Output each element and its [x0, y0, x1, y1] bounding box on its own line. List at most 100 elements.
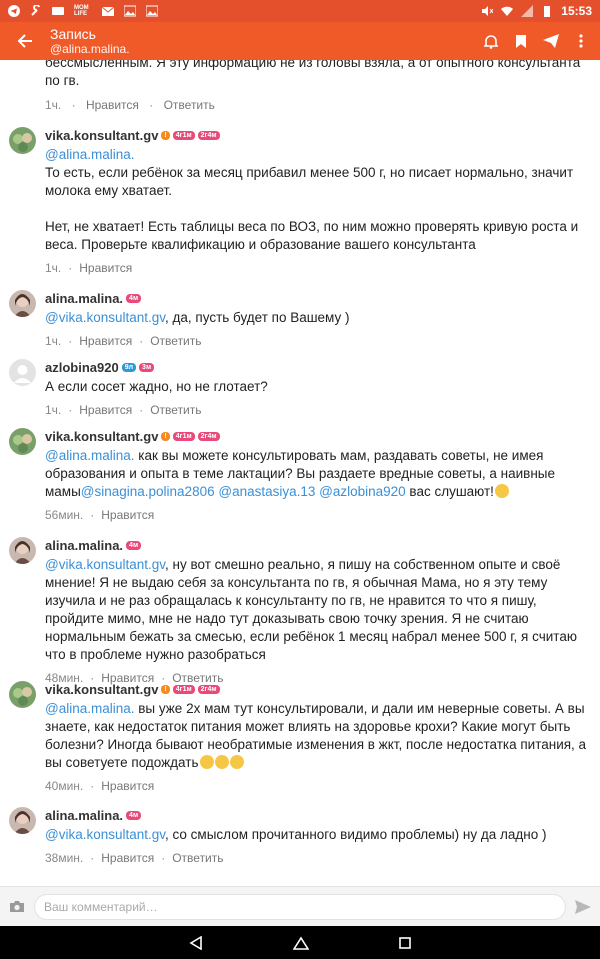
mute-icon: [482, 6, 494, 16]
username[interactable]: vika.konsultant.gv: [45, 429, 158, 444]
avatar[interactable]: [9, 428, 36, 455]
mention-link[interactable]: @vika.konsultant.gv: [45, 310, 165, 325]
like-button[interactable]: Нравится: [86, 98, 139, 112]
bookmark-button[interactable]: [506, 22, 536, 60]
more-vert-icon: [579, 34, 583, 48]
image-icon: [124, 5, 136, 17]
comment-meta: 1ч. · Нравится: [45, 261, 133, 275]
app-notification-icon: [52, 7, 64, 15]
status-bar: MOM LIFE 15:53: [0, 0, 600, 22]
nav-recents-icon[interactable]: [399, 936, 411, 949]
like-button[interactable]: Нравится: [101, 851, 154, 865]
attach-photo-button[interactable]: [0, 900, 34, 913]
child-age-badge: 4м: [126, 293, 142, 303]
mention-link[interactable]: @alina.malina.: [45, 448, 135, 463]
child-age-badge: 2г4м: [197, 684, 220, 694]
more-menu-button[interactable]: [566, 22, 596, 60]
child-age-badge: 3м: [139, 362, 155, 372]
comment-text: @vika.konsultant.gv, да, пусть будет по …: [45, 310, 350, 325]
mention-link[interactable]: @vika.konsultant.gv: [45, 557, 165, 572]
wifi-icon: [501, 6, 514, 16]
mention-link[interactable]: @alina.malina.: [45, 701, 135, 716]
child-age-badge: 4г1м: [172, 431, 195, 441]
send-arrow-icon: [575, 899, 591, 914]
expert-badge: !: [161, 130, 170, 140]
like-button[interactable]: Нравится: [79, 334, 132, 348]
like-button[interactable]: Нравится: [79, 403, 132, 417]
avatar[interactable]: [9, 537, 36, 564]
avatar[interactable]: [9, 807, 36, 834]
notifications-button[interactable]: [476, 22, 506, 60]
username[interactable]: alina.malina.: [45, 808, 123, 823]
like-button[interactable]: Нравится: [79, 261, 132, 275]
arrow-left-icon: [17, 34, 32, 48]
comment-meta: 40мин. · Нравится: [45, 779, 155, 793]
comment-time: 38мин.: [45, 851, 84, 865]
comment-time: 56мин.: [45, 508, 84, 522]
avatar[interactable]: [9, 127, 36, 154]
comments-list[interactable]: бессмысленным. Я эту информацию не из го…: [0, 60, 600, 886]
username[interactable]: azlobina920: [45, 360, 119, 375]
mention-link[interactable]: @alina.malina.: [45, 147, 135, 162]
system-nav-bar: [0, 926, 600, 959]
bookmark-icon: [516, 34, 526, 48]
like-button[interactable]: Нравится: [101, 779, 154, 793]
comment-meta: 56мин. · Нравится: [45, 508, 155, 522]
comment-text: @alina.malina. вы уже 2х мам тут консуль…: [45, 701, 587, 770]
mention-link[interactable]: @vika.konsultant.gv: [45, 827, 165, 842]
signal-icon: [521, 5, 534, 17]
reply-button[interactable]: Ответить: [150, 334, 201, 348]
camera-icon: [10, 901, 24, 912]
comment-meta: 1ч. · Нравится · Ответить: [45, 334, 202, 348]
child-age-badge: 2г4м: [197, 130, 220, 140]
avatar[interactable]: [9, 681, 36, 708]
comment-time: 1ч.: [45, 334, 62, 348]
child-age-badge: 2г4м: [197, 431, 220, 441]
mention-link[interactable]: @azlobina920: [319, 484, 406, 499]
comment-text: А если сосет жадно, но не глотает?: [45, 379, 268, 394]
telegram-notification-icon: [8, 5, 20, 17]
reply-button[interactable]: Ответить: [172, 851, 223, 865]
comment-time: 40мин.: [45, 779, 84, 793]
mention-link[interactable]: @sinagina.polina2806: [81, 484, 215, 499]
comment-input[interactable]: Ваш комментарий…: [34, 893, 566, 920]
image-icon: [146, 5, 158, 17]
mom-life-label: MOM LIFE: [74, 5, 89, 17]
username[interactable]: alina.malina.: [45, 538, 123, 553]
expert-badge: !: [161, 684, 170, 694]
send-button[interactable]: [566, 899, 600, 914]
expert-badge: !: [161, 431, 170, 441]
comment-meta: 1ч. · Нравится · Ответить: [45, 403, 202, 417]
username[interactable]: alina.malina.: [45, 291, 123, 306]
like-button[interactable]: Нравится: [101, 508, 154, 522]
mention-link[interactable]: @anastasiya.13: [218, 484, 315, 499]
page-title: Запись: [50, 25, 96, 42]
nav-back-icon[interactable]: [189, 935, 203, 950]
comment-time: 1ч.: [45, 403, 62, 417]
grin-emoji-icon: [199, 755, 214, 769]
scared-emoji-icon: [494, 484, 509, 498]
avatar[interactable]: [9, 359, 36, 386]
comment-text: @vika.konsultant.gv, со смыслом прочитан…: [45, 827, 547, 842]
page-subtitle: @alina.malina.: [50, 41, 130, 56]
username[interactable]: vika.konsultant.gv: [45, 682, 158, 697]
nav-home-icon[interactable]: [293, 936, 309, 950]
reply-button[interactable]: Ответить: [150, 403, 201, 417]
mail-icon: [102, 6, 114, 16]
child-age-badge: 4г1м: [172, 684, 195, 694]
reply-button[interactable]: Ответить: [164, 98, 215, 112]
grin-emoji-icon: [214, 755, 229, 769]
comment-time: 1ч.: [45, 98, 62, 112]
wrench-icon: [31, 5, 40, 16]
share-button[interactable]: [536, 22, 566, 60]
comment-meta: 38мин. · Нравится · Ответить: [45, 851, 224, 865]
username[interactable]: vika.konsultant.gv: [45, 128, 158, 143]
comment-input-bar: Ваш комментарий…: [0, 886, 600, 926]
child-age-badge: 9л: [121, 362, 137, 372]
app-bar: Запись @alina.malina.: [0, 22, 600, 60]
bell-icon: [484, 34, 498, 49]
comment-text: @alina.malina. То есть, если ребёнок за …: [45, 147, 579, 252]
back-button[interactable]: [0, 22, 50, 60]
clock: 15:53: [561, 4, 592, 18]
avatar[interactable]: [9, 290, 36, 317]
